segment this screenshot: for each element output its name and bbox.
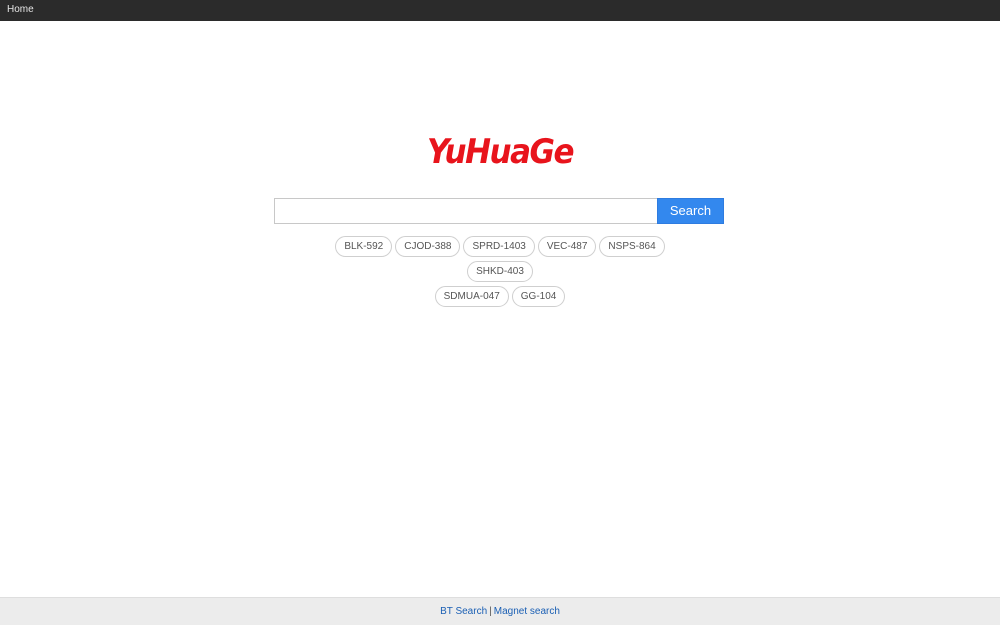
hot-tags: BLK-592 CJOD-388 SPRD-1403 VEC-487 NSPS-…: [300, 236, 700, 311]
home-link[interactable]: Home: [7, 4, 34, 16]
tag-item[interactable]: NSPS-864: [599, 236, 665, 257]
bt-search-link[interactable]: BT Search: [440, 606, 487, 617]
search-button[interactable]: Search: [657, 198, 724, 224]
tag-item[interactable]: SPRD-1403: [463, 236, 535, 257]
footer: BT Search | Magnet search: [0, 597, 1000, 625]
top-navigation-bar: Home: [0, 0, 1000, 21]
tag-item[interactable]: SDMUA-047: [434, 286, 509, 307]
tag-item[interactable]: CJOD-388: [395, 236, 461, 257]
tag-item[interactable]: VEC-487: [537, 236, 597, 257]
search-bar: Search: [274, 198, 724, 224]
site-logo: YuHuaGe: [426, 132, 575, 172]
tag-item[interactable]: GG-104: [511, 286, 566, 307]
tag-item[interactable]: SHKD-403: [467, 261, 533, 282]
magnet-search-link[interactable]: Magnet search: [494, 606, 560, 617]
search-input[interactable]: [274, 198, 657, 224]
footer-separator: |: [489, 606, 492, 617]
tag-item[interactable]: BLK-592: [335, 236, 393, 257]
